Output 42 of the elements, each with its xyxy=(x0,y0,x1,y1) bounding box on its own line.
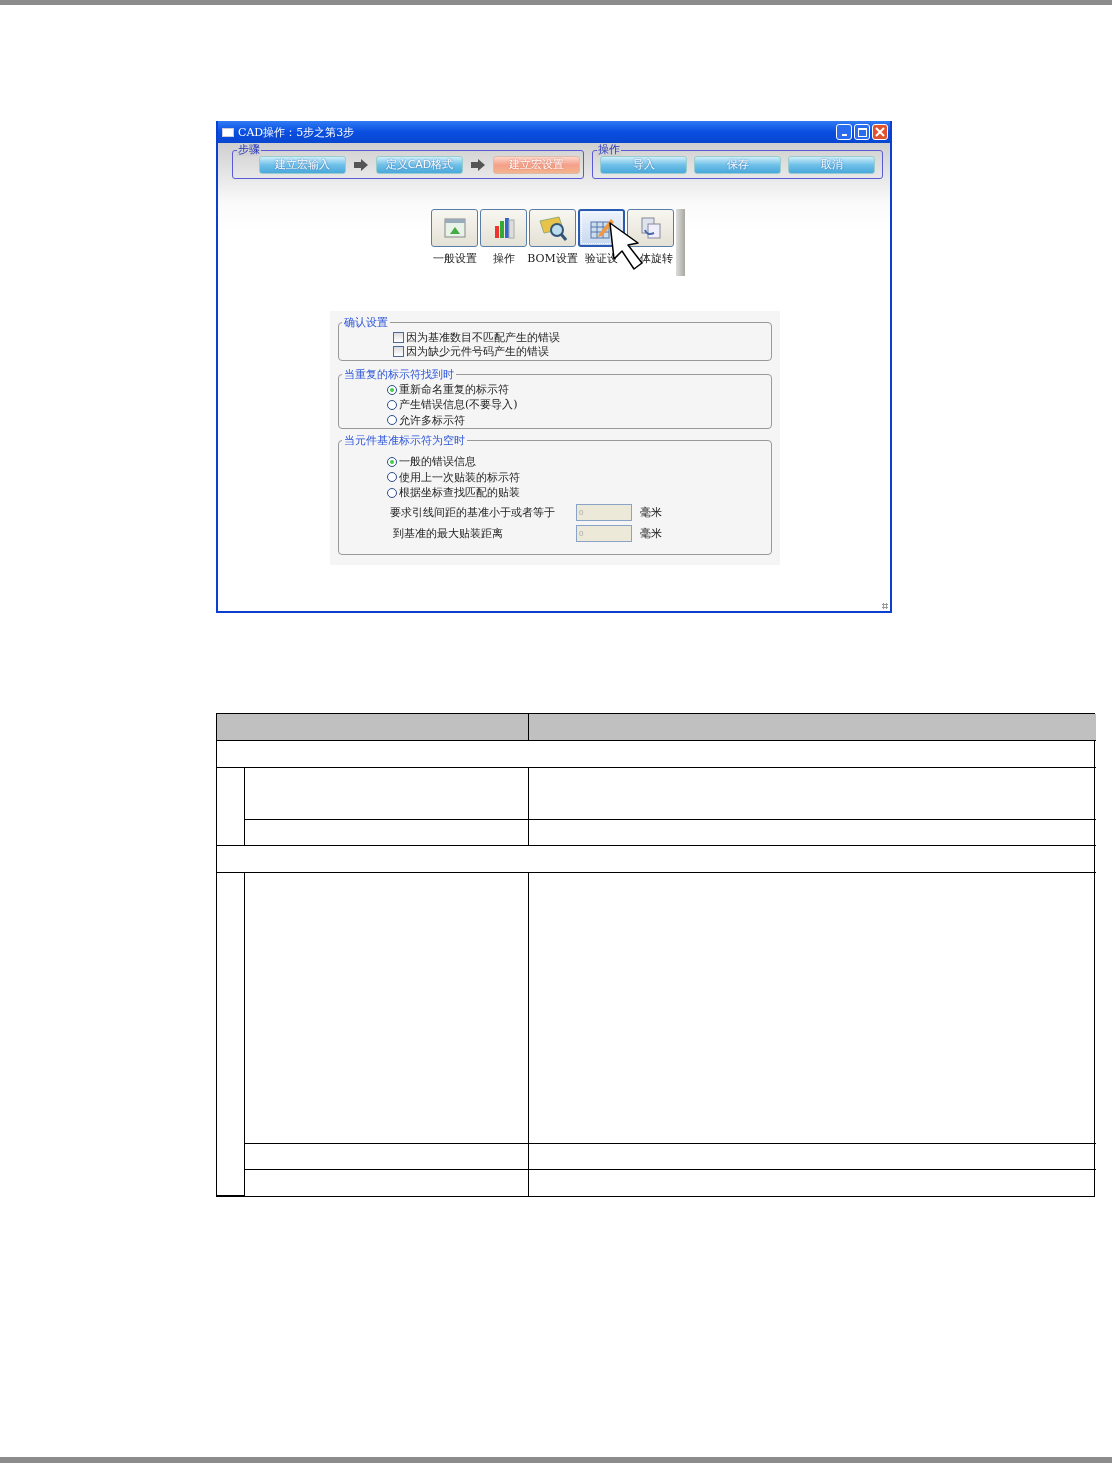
checkbox[interactable] xyxy=(393,345,404,357)
tab-label: 体旋转 xyxy=(640,251,673,266)
magnifier-icon xyxy=(538,215,567,241)
field-label: 到基准的最大贴装距离 xyxy=(393,526,504,541)
radio-option[interactable]: 一般的错误信息 xyxy=(387,454,771,470)
checkbox-option[interactable]: 因为缺少元件号码产生的错误 xyxy=(393,344,771,358)
radio-button[interactable] xyxy=(387,384,397,395)
resize-grip-icon xyxy=(882,603,888,609)
section-legend: 当元件基准标示符为空时 xyxy=(342,433,467,448)
scroll-strip xyxy=(676,209,685,276)
arrow-icon xyxy=(471,158,485,171)
radio-button[interactable] xyxy=(387,415,397,426)
field-label: 要求引线间距的基准小于或者等于 xyxy=(390,505,556,520)
group-legend: 步骤 xyxy=(237,143,261,156)
radio-button[interactable] xyxy=(387,487,397,498)
minimize-button[interactable] xyxy=(836,124,852,140)
window-picture-icon xyxy=(443,217,466,239)
settings-tab[interactable] xyxy=(529,209,576,247)
tab-label: 操作 xyxy=(492,251,515,266)
radio-option[interactable]: 根据坐标查找匹配的贴装 xyxy=(387,485,771,501)
radio-button[interactable] xyxy=(387,456,397,467)
unit-label: 毫米 xyxy=(640,505,662,520)
radio-option[interactable]: 允许多标示符 xyxy=(387,412,771,428)
window-icon xyxy=(222,127,234,137)
section-legend: 确认设置 xyxy=(342,315,390,330)
radio-option[interactable]: 使用上一次贴装的标示符 xyxy=(387,469,771,485)
tab-label: 一般设置 xyxy=(432,251,477,266)
section-legend: 当重复的标示符找到时 xyxy=(342,367,456,382)
documents-icon xyxy=(638,216,663,240)
maximize-button[interactable] xyxy=(854,124,870,140)
radio-option[interactable]: 重新命名重复的标示符 xyxy=(387,382,771,398)
checkbox[interactable] xyxy=(393,331,404,343)
radio-button[interactable] xyxy=(387,472,397,483)
unit-label: 毫米 xyxy=(640,526,662,541)
tab-label: BOM设置 xyxy=(527,251,578,266)
radio-button[interactable] xyxy=(387,400,397,410)
checkbox-option[interactable]: 因为基准数目不匹配产生的错误 xyxy=(393,330,771,344)
group-legend: 操作 xyxy=(597,143,621,156)
radio-option[interactable]: 产生错误信息(不要导入) xyxy=(387,397,771,413)
arrow-icon xyxy=(354,158,368,171)
window-title: CAD操作：5步之第3步 xyxy=(238,124,356,140)
close-button[interactable] xyxy=(872,124,888,140)
